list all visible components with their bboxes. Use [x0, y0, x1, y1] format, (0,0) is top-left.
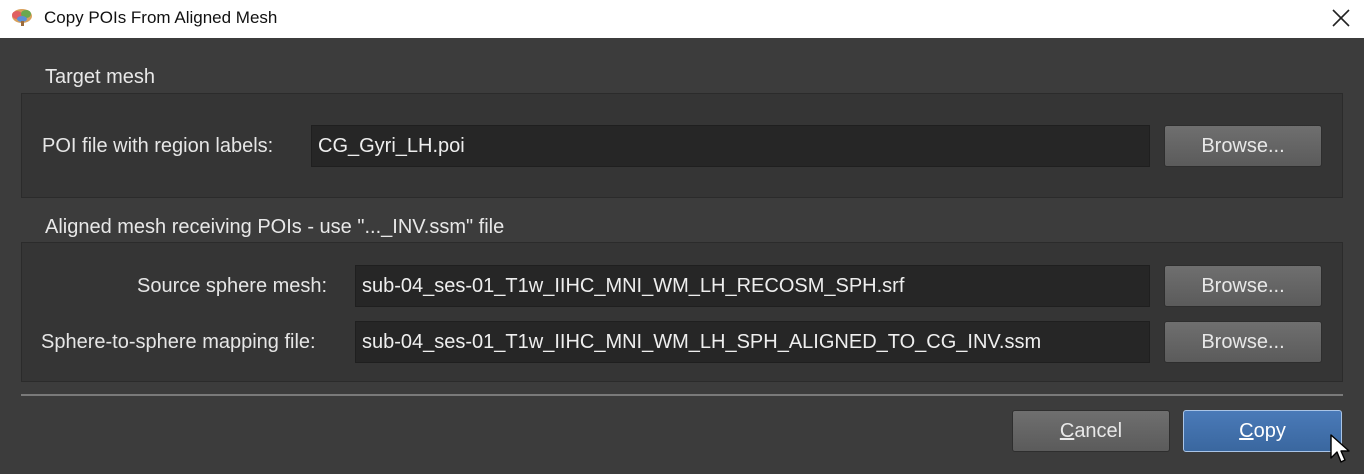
cancel-button[interactable]: Cancel — [1012, 410, 1170, 452]
brain-icon — [10, 7, 34, 27]
title-bar: Copy POIs From Aligned Mesh — [0, 0, 1364, 38]
mouse-cursor-icon — [1330, 434, 1350, 469]
mapping-file-label: Sphere-to-sphere mapping file: — [41, 331, 316, 353]
source-sphere-label: Source sphere mesh: — [137, 275, 328, 297]
poi-file-label: POI file with region labels: — [42, 135, 274, 157]
source-sphere-field[interactable]: sub-04_ses-01_T1w_IIHC_MNI_WM_LH_RECOSM_… — [355, 265, 1150, 307]
target-mesh-title: Target mesh — [45, 66, 156, 88]
aligned-mesh-title: Aligned mesh receiving POIs - use "..._I… — [45, 216, 505, 238]
window-title: Copy POIs From Aligned Mesh — [44, 8, 278, 27]
mapping-browse-button[interactable]: Browse... — [1164, 321, 1322, 363]
copy-mnemonic: C — [1239, 420, 1254, 442]
mapping-file-field[interactable]: sub-04_ses-01_T1w_IIHC_MNI_WM_LH_SPH_ALI… — [355, 321, 1150, 363]
cancel-mnemonic: C — [1059, 420, 1075, 442]
cancel-label: ancel — [1074, 420, 1123, 442]
close-icon — [1332, 9, 1350, 27]
close-button[interactable] — [1318, 0, 1364, 38]
source-browse-button[interactable]: Browse... — [1164, 265, 1322, 307]
copy-button[interactable]: Copy — [1183, 410, 1342, 452]
poi-browse-button[interactable]: Browse... — [1164, 125, 1322, 167]
separator — [21, 394, 1343, 396]
poi-file-field[interactable]: CG_Gyri_LH.poi — [311, 125, 1150, 167]
copy-label: opy — [1253, 420, 1286, 442]
